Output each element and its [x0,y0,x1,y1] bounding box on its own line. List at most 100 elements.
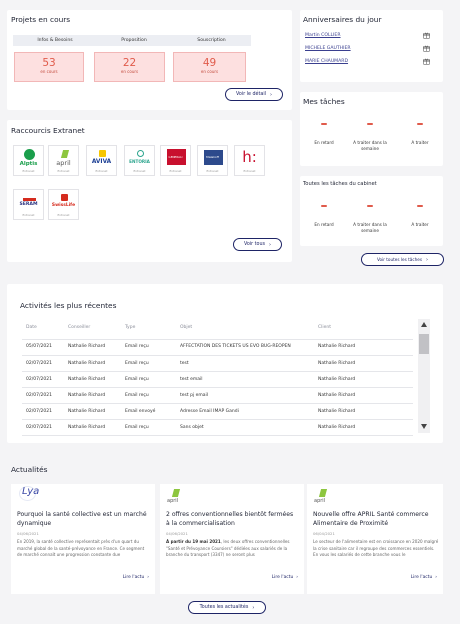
voir-detail-button[interactable]: Voir le détail › [225,88,283,101]
task-label-week[interactable]: A traiter dans la semaine [352,140,388,152]
alptis-logo-icon [24,149,35,160]
scroll-up-arrow-icon[interactable] [421,322,427,327]
cell-client: Nathalie Richard [318,361,356,366]
cabinet-label-late[interactable]: En retard [307,222,341,228]
cell-conseiller: Nathalie Richard [68,409,106,414]
cell-conseiller: Nathalie Richard [68,344,106,349]
chevron-right-icon: › [426,256,429,263]
swisslife-logo-icon [61,194,68,201]
lire-actu-label: Lire l'actu [410,575,433,580]
cabinet-label-week[interactable]: A traiter dans la semaine [352,222,388,234]
lire-actu-link[interactable]: Lire l'actu › [272,575,298,580]
cell-date: 05/07/2021 [26,344,52,349]
chevron-right-icon: › [296,575,298,580]
birthday-person-link[interactable]: Martin COLLIER [305,33,341,38]
cell-type: Email reçu [125,393,149,398]
cell-date: 02/07/2021 [26,377,52,382]
extranet-tile-alptis[interactable]: Alptis Extranet [13,145,44,176]
col-header-date[interactable]: Date [26,325,37,330]
cell-date: 02/07/2021 [26,425,52,430]
news-title[interactable]: Pourquoi la santé collective est un marc… [17,510,149,528]
news-card[interactable]: april Nouvelle offre APRIL Santé commerc… [307,484,443,594]
voir-tous-button[interactable]: Voir tous › [233,238,282,251]
count-infos-besoins[interactable]: 53 en cours [14,52,84,82]
chevron-right-icon: › [147,575,149,580]
cell-client: Nathalie Richard [318,425,356,430]
news-card[interactable]: Lya Pourquoi la santé collective est un … [11,484,155,594]
tile-caption: Extranet [22,213,35,217]
projets-title: Projets en cours [11,15,71,24]
news-title[interactable]: Nouvelle offre APRIL Santé commerce Alim… [313,510,439,528]
cell-client: Nathalie Richard [318,377,356,382]
seram-logo-icon [23,198,36,201]
row-divider [22,435,413,436]
cell-conseiller: Nathalie Richard [68,393,106,398]
toutes-actualites-button[interactable]: Toutes les actualités › [188,601,266,614]
extranet-tile-generali[interactable]: GENERALI Extranet [160,145,191,176]
count-value: 22 [122,57,137,69]
lire-actu-label: Lire l'actu [271,575,294,580]
news-excerpt: En 2019, la santé collective représentai… [17,539,145,557]
cell-conseiller: Nathalie Richard [68,377,106,382]
raccourcis-title: Raccourcis Extranet [11,126,85,135]
extranet-tile-april[interactable]: april Extranet [48,145,79,176]
aviva-logo-icon [99,150,106,157]
count-proposition[interactable]: 22 en cours [94,52,165,82]
gift-icon[interactable] [423,32,430,39]
row-divider [22,339,413,340]
lire-actu-link[interactable]: Lire l'actu › [411,575,437,580]
stage-infos-besoins: Infos & Besoins [13,35,97,46]
news-date: 04/06/2021 [166,531,188,536]
cell-type: Email reçu [125,344,149,349]
row-divider [22,419,413,420]
cabinet-count-late [321,205,327,207]
birthday-person-link[interactable]: MARIE CHAUMARD [305,59,348,64]
voir-toutes-taches-button[interactable]: Voir toutes les tâches › [361,253,444,266]
news-title[interactable]: 2 offres conventionnelles bientôt fermée… [166,510,298,528]
cabinet-count-todo [417,205,423,207]
gift-icon[interactable] [423,45,430,52]
task-label-late[interactable]: En retard [307,140,341,146]
extranet-tile-entoria[interactable]: ENTORIA Extranet [124,145,155,176]
scroll-down-arrow-icon[interactable] [421,424,427,429]
col-header-conseiller[interactable]: Conseiller [68,325,90,330]
cell-date: 02/07/2021 [26,409,52,414]
extranet-tile-swisslife[interactable]: SwissLife Extranet [48,189,79,220]
tile-logo-text: h: [242,148,257,166]
anniversaires-title: Anniversaires du jour [303,15,382,24]
cell-client: Nathalie Richard [318,393,356,398]
extranet-tile-malakoff[interactable]: Malakoff Extranet [197,145,228,176]
cell-date: 02/07/2021 [26,361,52,366]
tile-caption: Extranet [206,169,219,173]
cell-client: Nathalie Richard [318,409,356,414]
lire-actu-link[interactable]: Lire l'actu › [123,575,149,580]
tile-logo-text: GENERALI [168,155,183,159]
col-header-client[interactable]: Client [318,325,331,330]
row-divider [22,387,413,388]
tile-caption: Extranet [243,169,256,173]
extranet-tile-h[interactable]: h: Extranet [234,145,265,176]
count-value: 53 [42,57,56,69]
row-divider [22,403,413,404]
count-souscription[interactable]: 49 en cours [173,52,246,82]
gift-icon[interactable] [423,58,430,65]
april-logo-icon [318,489,328,497]
task-label-todo[interactable]: A traiter [403,140,437,146]
birthday-person-link[interactable]: MICHELE GAUTHIER [305,46,351,51]
extranet-tile-aviva[interactable]: AVIVA Extranet [86,145,117,176]
news-card[interactable]: april 2 offres conventionnelles bientôt … [160,484,304,594]
row-divider [22,355,413,356]
col-header-objet[interactable]: Objet [180,325,192,330]
cell-type: Email reçu [125,425,149,430]
voir-toutes-taches-label: Voir toutes les tâches [376,257,423,262]
cabinet-label-todo[interactable]: A traiter [403,222,437,228]
mes-taches-title: Mes tâches [303,97,345,106]
april-logo-icon [171,489,181,497]
cell-client: Nathalie Richard [318,344,356,349]
news-logo-text: april [167,498,179,504]
extranet-tile-seram[interactable]: SERAM Extranet [13,189,44,220]
tile-logo-text: Alptis [19,161,38,167]
count-label: en cours [40,69,58,74]
col-header-type[interactable]: Type [125,325,135,330]
scrollbar-thumb[interactable] [419,334,429,354]
